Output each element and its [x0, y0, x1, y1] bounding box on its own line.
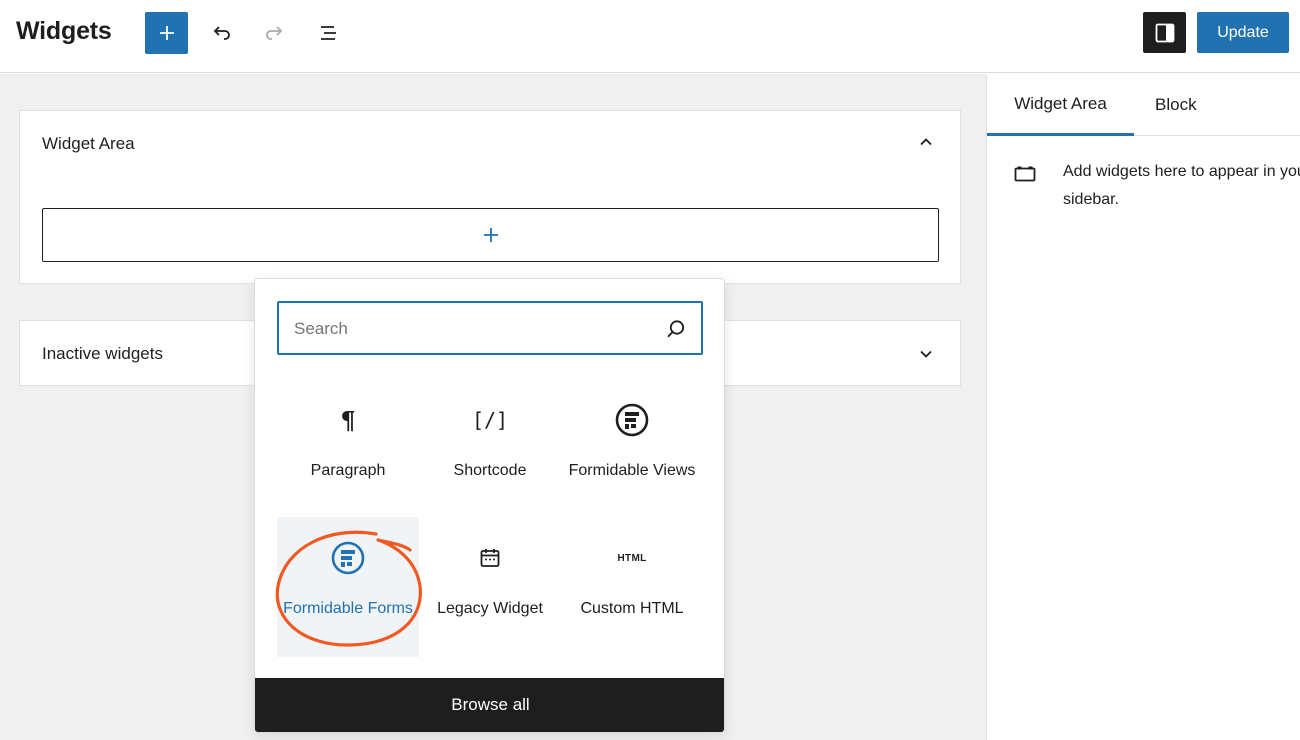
- block-label: Shortcode: [453, 462, 527, 479]
- sidebar-toggle-icon: [1155, 23, 1174, 42]
- block-label: Paragraph: [310, 462, 386, 479]
- page-title: Widgets: [16, 17, 112, 45]
- html-icon: HTML: [617, 552, 647, 564]
- add-block-button[interactable]: [145, 12, 188, 54]
- collapse-button[interactable]: [916, 132, 936, 152]
- plus-icon: [483, 228, 498, 242]
- widget-area-description: Add widgets here to appear in your sideb…: [1063, 163, 1300, 208]
- block-custom-html[interactable]: HTML Custom HTML: [561, 521, 703, 661]
- block-formidable-views[interactable]: Formidable Views: [561, 383, 703, 523]
- redo-icon: [266, 26, 283, 40]
- block-label: Formidable Views: [568, 462, 696, 479]
- search-box: [277, 301, 703, 355]
- expand-button[interactable]: [916, 344, 936, 364]
- block-shortcode[interactable]: [/] Shortcode: [419, 383, 561, 523]
- paragraph-icon: ¶: [340, 405, 356, 435]
- tab-block[interactable]: Block: [1155, 74, 1197, 136]
- plus-icon: [159, 26, 174, 40]
- list-view-button[interactable]: [312, 16, 346, 50]
- search-icon: [664, 317, 688, 341]
- undo-button[interactable]: [204, 16, 238, 50]
- redo-button[interactable]: [258, 16, 292, 50]
- search-input[interactable]: [294, 316, 654, 342]
- inactive-widgets-title[interactable]: Inactive widgets: [42, 344, 163, 364]
- list-view-icon: [321, 26, 336, 40]
- block-label: Legacy Widget: [437, 600, 543, 617]
- tab-widget-area[interactable]: Widget Area: [987, 74, 1134, 136]
- widget-area-panel: Widget Area: [19, 110, 961, 284]
- block-paragraph[interactable]: ¶ Paragraph: [277, 383, 419, 523]
- widget-area-icon: [1013, 162, 1037, 186]
- chevron-up-icon: [920, 138, 932, 146]
- calendar-icon: [480, 549, 500, 567]
- browse-all-button[interactable]: Browse all: [255, 678, 724, 732]
- settings-toggle-button[interactable]: [1143, 12, 1186, 53]
- sidebar-tabs: Widget Area Block: [987, 74, 1300, 136]
- block-appender-button[interactable]: [42, 208, 939, 262]
- undo-icon: [213, 26, 230, 40]
- block-formidable-forms[interactable]: Formidable Forms: [277, 517, 419, 657]
- widget-area-title[interactable]: Widget Area: [42, 134, 135, 154]
- formidable-icon: [331, 541, 365, 575]
- formidable-icon: [615, 403, 649, 437]
- settings-sidebar: Widget Area Block Add widgets here to ap…: [986, 74, 1300, 740]
- editor-header: Widgets Update: [0, 0, 1300, 73]
- block-label: Formidable Forms: [283, 600, 413, 617]
- block-legacy-widget[interactable]: Legacy Widget: [419, 521, 561, 661]
- chevron-down-icon: [920, 350, 932, 358]
- shortcode-icon: [/]: [471, 408, 509, 432]
- update-button[interactable]: Update: [1197, 12, 1289, 53]
- block-label: Custom HTML: [580, 600, 684, 617]
- block-inserter-popover: ¶ Paragraph [/] Shortcode Formidable Vie…: [254, 278, 725, 733]
